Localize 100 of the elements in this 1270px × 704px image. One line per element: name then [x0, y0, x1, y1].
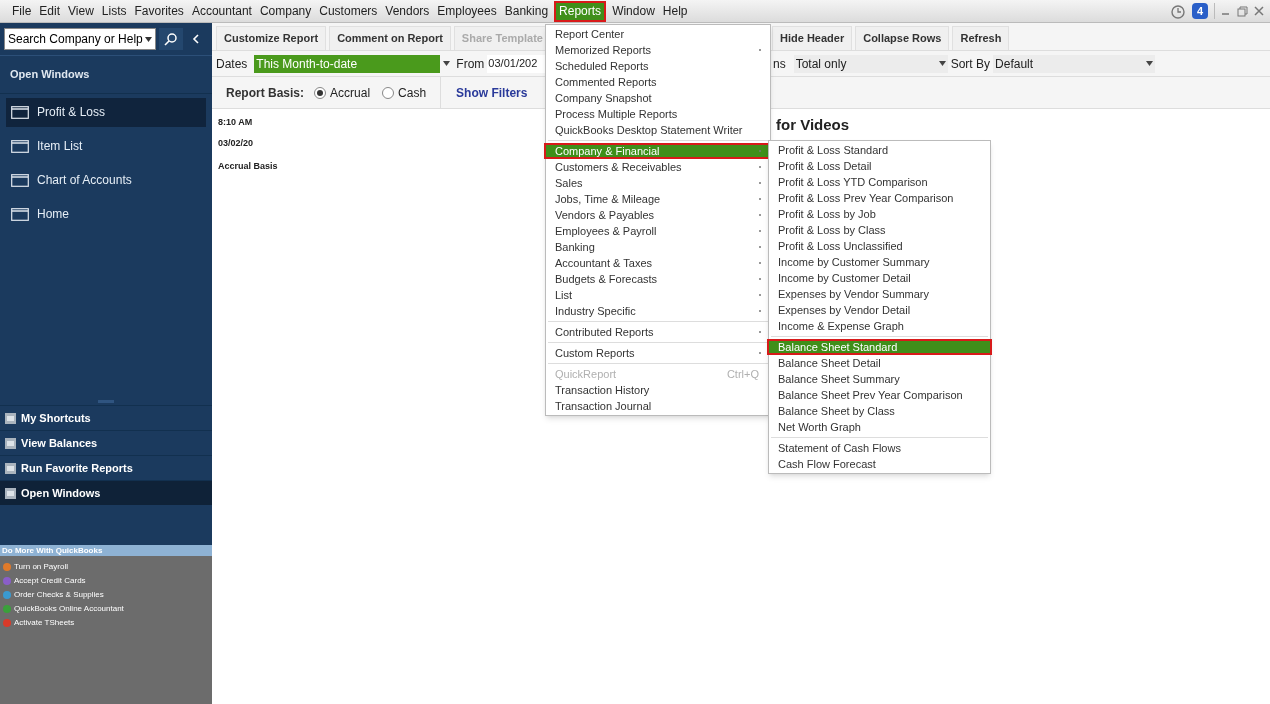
- panel-title: Open Windows: [0, 55, 212, 94]
- report-basis: Accrual Basis: [218, 160, 278, 173]
- menu-item[interactable]: Custom Reports: [546, 345, 770, 361]
- menu-item[interactable]: Budgets & Forecasts: [546, 271, 770, 287]
- menu-item[interactable]: Customers: [315, 0, 382, 22]
- shortcut-text: Ctrl+Q: [726, 366, 759, 382]
- open-window-item[interactable]: Chart of Accounts: [6, 165, 206, 195]
- close-icon[interactable]: [1254, 6, 1264, 16]
- menu-item[interactable]: Transaction History: [546, 382, 770, 398]
- toolbar-button[interactable]: Refresh: [952, 26, 1010, 50]
- menu-item[interactable]: Profit & Loss Detail: [769, 158, 990, 174]
- menu-item[interactable]: Transaction Journal: [546, 398, 770, 414]
- toolbar-button[interactable]: Customize Report: [216, 26, 327, 50]
- menu-item[interactable]: Industry Specific: [546, 303, 770, 319]
- menu-item[interactable]: Balance Sheet Detail: [769, 355, 990, 371]
- menu-item[interactable]: Profit & Loss Prev Year Comparison: [769, 190, 990, 206]
- menu-item[interactable]: Accountant & Taxes: [546, 255, 770, 271]
- menu-item[interactable]: Profit & Loss Standard: [769, 142, 990, 158]
- section-icon: [5, 487, 16, 499]
- radio-button[interactable]: Cash: [382, 83, 427, 102]
- menu-item[interactable]: Balance Sheet by Class: [769, 403, 990, 419]
- menu-item[interactable]: Window: [608, 0, 659, 22]
- menu-item[interactable]: QuickBooks Desktop Statement Writer: [546, 122, 770, 138]
- menu-item[interactable]: List: [546, 287, 770, 303]
- menu-item[interactable]: Employees & Payroll: [546, 223, 770, 239]
- dates-dropdown[interactable]: This Month-to-date: [254, 54, 441, 73]
- open-window-item[interactable]: Profit & Loss: [6, 97, 206, 127]
- section-icon: [5, 412, 16, 424]
- menu-item[interactable]: Company: [255, 0, 316, 22]
- menu-item[interactable]: Scheduled Reports: [546, 58, 770, 74]
- date-field[interactable]: 03/01/202: [487, 54, 545, 73]
- menu-item[interactable]: Commented Reports: [546, 74, 770, 90]
- section-icon: [5, 437, 16, 449]
- alarm-clock-icon[interactable]: [1169, 3, 1186, 19]
- menu-item[interactable]: Favorites: [130, 0, 188, 22]
- menu-item[interactable]: Edit: [35, 0, 65, 22]
- menu-item[interactable]: Expenses by Vendor Detail: [769, 302, 990, 318]
- radio-button[interactable]: Accrual: [314, 83, 371, 102]
- window-icon: [11, 173, 29, 187]
- menu-item[interactable]: Income by Customer Summary: [769, 254, 990, 270]
- search-button[interactable]: [159, 28, 183, 50]
- menu-item[interactable]: Banking: [546, 239, 770, 255]
- sort-dropdown[interactable]: Default: [993, 54, 1156, 73]
- notification-badge[interactable]: 4: [1191, 3, 1208, 19]
- menu-item[interactable]: Expenses by Vendor Summary: [769, 286, 990, 302]
- search-field[interactable]: Search Company or Help: [4, 28, 156, 50]
- menu-item[interactable]: Profit & Loss YTD Comparison: [769, 174, 990, 190]
- menu-item[interactable]: Employees: [433, 0, 501, 22]
- panel-header: Do More With QuickBooks: [0, 545, 212, 556]
- window-icon: [11, 139, 29, 153]
- menu-item[interactable]: Help: [658, 0, 692, 22]
- promo-link[interactable]: Accept Credit Cards: [14, 574, 86, 587]
- promo-link[interactable]: Activate TSheets: [14, 616, 75, 629]
- columns-dropdown[interactable]: Total only: [793, 54, 948, 73]
- menu-item[interactable]: Sales: [546, 175, 770, 191]
- menu-item[interactable]: Balance Sheet Prev Year Comparison: [769, 387, 990, 403]
- field-label: Dates: [216, 55, 248, 73]
- menu-item[interactable]: Profit & Loss Unclassified: [769, 238, 990, 254]
- menu-item[interactable]: Balance Sheet Standard: [767, 339, 992, 355]
- dropdown-arrow-icon[interactable]: [443, 61, 451, 66]
- menu-item[interactable]: Process Multiple Reports: [546, 106, 770, 122]
- menu-item[interactable]: Accountant: [187, 0, 256, 22]
- menu-item[interactable]: Income & Expense Graph: [769, 318, 990, 334]
- restore-icon[interactable]: [1237, 5, 1248, 17]
- menu-item[interactable]: Vendors: [381, 0, 434, 22]
- promo-link[interactable]: QuickBooks Online Accountant: [14, 602, 124, 615]
- menu-item[interactable]: Profit & Loss by Class: [769, 222, 990, 238]
- promo-link[interactable]: Order Checks & Supplies: [14, 588, 104, 601]
- report-date: 03/02/20: [218, 136, 254, 150]
- menu-item[interactable]: Statement of Cash Flows: [769, 440, 990, 456]
- toolbar-button[interactable]: Comment on Report: [329, 26, 451, 50]
- menu-item[interactable]: Balance Sheet Summary: [769, 371, 990, 387]
- dropdown-arrow-icon: [938, 61, 946, 66]
- field-label: Report Basis:: [226, 84, 305, 102]
- menu-item[interactable]: Lists: [97, 0, 131, 22]
- menu-item[interactable]: Customers & Receivables: [546, 159, 770, 175]
- menu-item[interactable]: Net Worth Graph: [769, 419, 990, 435]
- menu-item[interactable]: File: [8, 0, 36, 22]
- field-label: From: [456, 55, 485, 73]
- menu-item[interactable]: Banking: [500, 0, 553, 22]
- sidebar-section[interactable]: Open Windows: [0, 480, 212, 505]
- toolbar-button[interactable]: Hide Header: [772, 26, 853, 50]
- open-window-item[interactable]: Item List: [6, 131, 206, 161]
- promo-link[interactable]: Turn on Payroll: [14, 560, 68, 573]
- menu-item[interactable]: Jobs, Time & Mileage: [546, 191, 770, 207]
- open-window-item[interactable]: Home: [6, 199, 206, 229]
- menu-item[interactable]: View: [64, 0, 98, 22]
- menu-item[interactable]: Contributed Reports: [546, 324, 770, 340]
- menu-item[interactable]: Profit & Loss by Job: [769, 206, 990, 222]
- menu-item[interactable]: Reports: [554, 0, 607, 22]
- menu-item[interactable]: Company Snapshot: [546, 90, 770, 106]
- menu-item[interactable]: Income by Customer Detail: [769, 270, 990, 286]
- window-icon: [11, 207, 29, 221]
- toolbar-button[interactable]: Collapse Rows: [855, 26, 950, 50]
- menu-item[interactable]: Cash Flow Forecast: [769, 456, 990, 472]
- show-filters-link[interactable]: Show Filters: [456, 83, 528, 102]
- search-icon: [164, 32, 178, 46]
- dropdown-arrow-icon[interactable]: [145, 36, 152, 42]
- section-icon: [5, 462, 16, 474]
- menu-item[interactable]: Vendors & Payables: [546, 207, 770, 223]
